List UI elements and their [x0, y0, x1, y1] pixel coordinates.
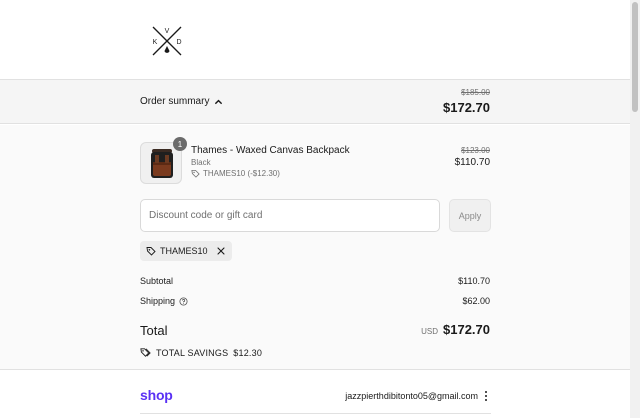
product-price: $110.70: [454, 157, 490, 168]
summary-total: $172.70: [443, 100, 490, 115]
product-variant: Black: [191, 158, 211, 167]
divider: [140, 413, 491, 414]
tag-icon: [191, 169, 200, 178]
shipping-value: $62.00: [462, 296, 490, 306]
close-icon: [216, 247, 225, 255]
total-savings-value: $12.30: [233, 347, 263, 358]
shipping-label: Shipping: [140, 296, 176, 306]
logo-letter-right: D: [176, 39, 181, 46]
product-original-price: $123.00: [461, 146, 490, 155]
total-value: $172.70: [443, 322, 490, 337]
order-summary-panel: 1 Thames - Waxed Canvas Backpack Black T…: [0, 125, 630, 370]
product-discount: THAMES10 (-$12.30): [191, 169, 280, 178]
total-amount: USD $172.70: [421, 322, 490, 337]
order-summary-bar: Order summary $185.00 $172.70: [0, 80, 630, 124]
shop-logo: shop: [140, 387, 173, 403]
subtotal-label: Subtotal: [140, 276, 174, 286]
quantity-badge: 1: [173, 137, 187, 151]
total-savings: TOTAL SAVINGS $12.30: [140, 347, 262, 358]
order-summary-label: Order summary: [140, 96, 210, 107]
tag-icon: [146, 247, 156, 256]
product-discount-label: THAMES10 (-$12.30): [203, 169, 280, 178]
summary-original-total: $185.00: [461, 88, 490, 97]
total-label: Total: [140, 323, 168, 338]
logo-drop-icon: [164, 46, 170, 53]
tags-icon: [140, 348, 151, 357]
shipping-row: Shipping: [140, 296, 188, 306]
subtotal-value: $110.70: [458, 276, 490, 286]
apply-button[interactable]: Apply: [449, 199, 491, 232]
chevron-up-icon: [215, 99, 223, 105]
brand-logo[interactable]: V K D: [150, 24, 184, 58]
order-summary-toggle[interactable]: Order summary: [140, 96, 223, 107]
more-vertical-icon: [485, 391, 487, 401]
scrollbar-thumb[interactable]: [632, 2, 638, 112]
shop-account-menu[interactable]: [482, 390, 490, 402]
product-name: Thames - Waxed Canvas Backpack: [191, 145, 350, 156]
total-currency: USD: [421, 327, 438, 336]
shop-account-bar: shop jazzpierthdibitonto05@gmail.com: [0, 371, 630, 418]
applied-discount-chip: THAMES10: [140, 241, 232, 261]
remove-discount-button[interactable]: [216, 246, 226, 256]
logo-letter-left: K: [153, 39, 158, 46]
product-thumbnail: 1: [140, 137, 187, 184]
applied-discount-code: THAMES10: [160, 246, 208, 256]
total-savings-label: TOTAL SAVINGS: [156, 347, 229, 358]
discount-code-input[interactable]: [140, 199, 440, 232]
help-icon[interactable]: [179, 296, 188, 306]
logo-letter-top: V: [165, 28, 170, 35]
shop-account-email: jazzpierthdibitonto05@gmail.com: [345, 391, 478, 401]
page-scrollbar[interactable]: [630, 0, 640, 418]
header: V K D: [0, 0, 630, 80]
